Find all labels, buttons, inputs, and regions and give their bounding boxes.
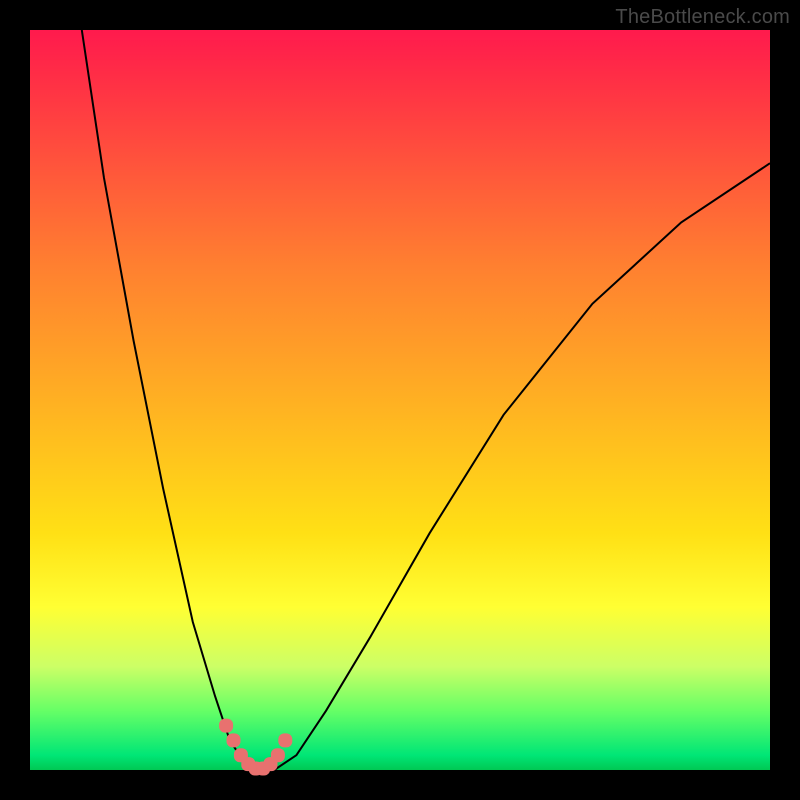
bottom-marker-group [219,719,292,776]
marker-dot [271,748,285,762]
plot-area [30,30,770,770]
watermark-text: TheBottleneck.com [615,6,790,29]
marker-dot [227,733,241,747]
curve-left-branch [82,30,252,770]
curve-svg [30,30,770,770]
marker-dot [219,719,233,733]
marker-dot [278,733,292,747]
curve-right-branch [274,163,770,770]
chart-frame: TheBottleneck.com [0,0,800,800]
